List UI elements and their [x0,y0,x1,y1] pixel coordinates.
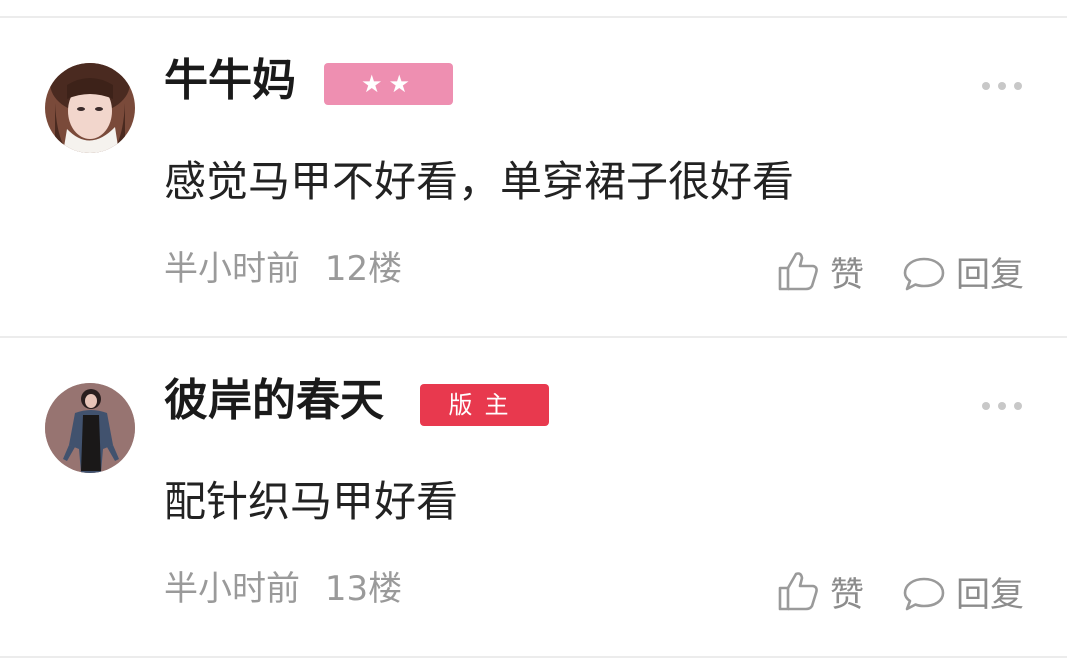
like-label: 赞 [830,574,864,615]
moderator-badge: 版主 [420,384,549,426]
username[interactable]: 彼岸的春天 [164,376,384,426]
user-level-badge: ★★ [324,63,453,105]
divider-bottom [0,656,1067,658]
thumbs-up-icon [776,569,820,613]
reply-label: 回复 [956,574,1024,615]
avatar[interactable] [45,63,135,153]
reply-button[interactable]: 回复 [902,566,1024,616]
comment-text: 配针织马甲好看 [164,477,459,526]
avatar[interactable] [45,383,135,473]
reply-button[interactable]: 回复 [902,246,1024,296]
comment-item: 彼岸的春天 版主 配针织马甲好看 半小时前 13楼 赞 回复 [0,338,1067,658]
like-label: 赞 [830,254,864,295]
avatar-image-woman [45,63,135,153]
thumbs-up-icon [776,249,820,293]
comment-meta: 半小时前 12楼 [164,249,402,289]
speech-bubble-icon [902,569,946,613]
comment-time: 半小时前 [164,569,300,609]
username[interactable]: 牛牛妈 [164,56,296,106]
comment-item: 牛牛妈 ★★ 感觉马甲不好看，单穿裙子很好看 半小时前 12楼 赞 回复 [0,18,1067,338]
like-button[interactable]: 赞 [776,246,864,296]
more-dots-icon[interactable] [982,400,1022,412]
comment-text: 感觉马甲不好看，单穿裙子很好看 [164,157,795,206]
comment-time: 半小时前 [164,249,300,289]
like-button[interactable]: 赞 [776,566,864,616]
speech-bubble-icon [902,249,946,293]
comment-meta: 半小时前 13楼 [164,569,402,609]
more-dots-icon[interactable] [982,80,1022,92]
comment-floor: 13楼 [324,569,403,609]
comment-floor: 12楼 [324,249,403,289]
avatar-image-woman [45,383,135,473]
reply-label: 回复 [956,254,1024,295]
